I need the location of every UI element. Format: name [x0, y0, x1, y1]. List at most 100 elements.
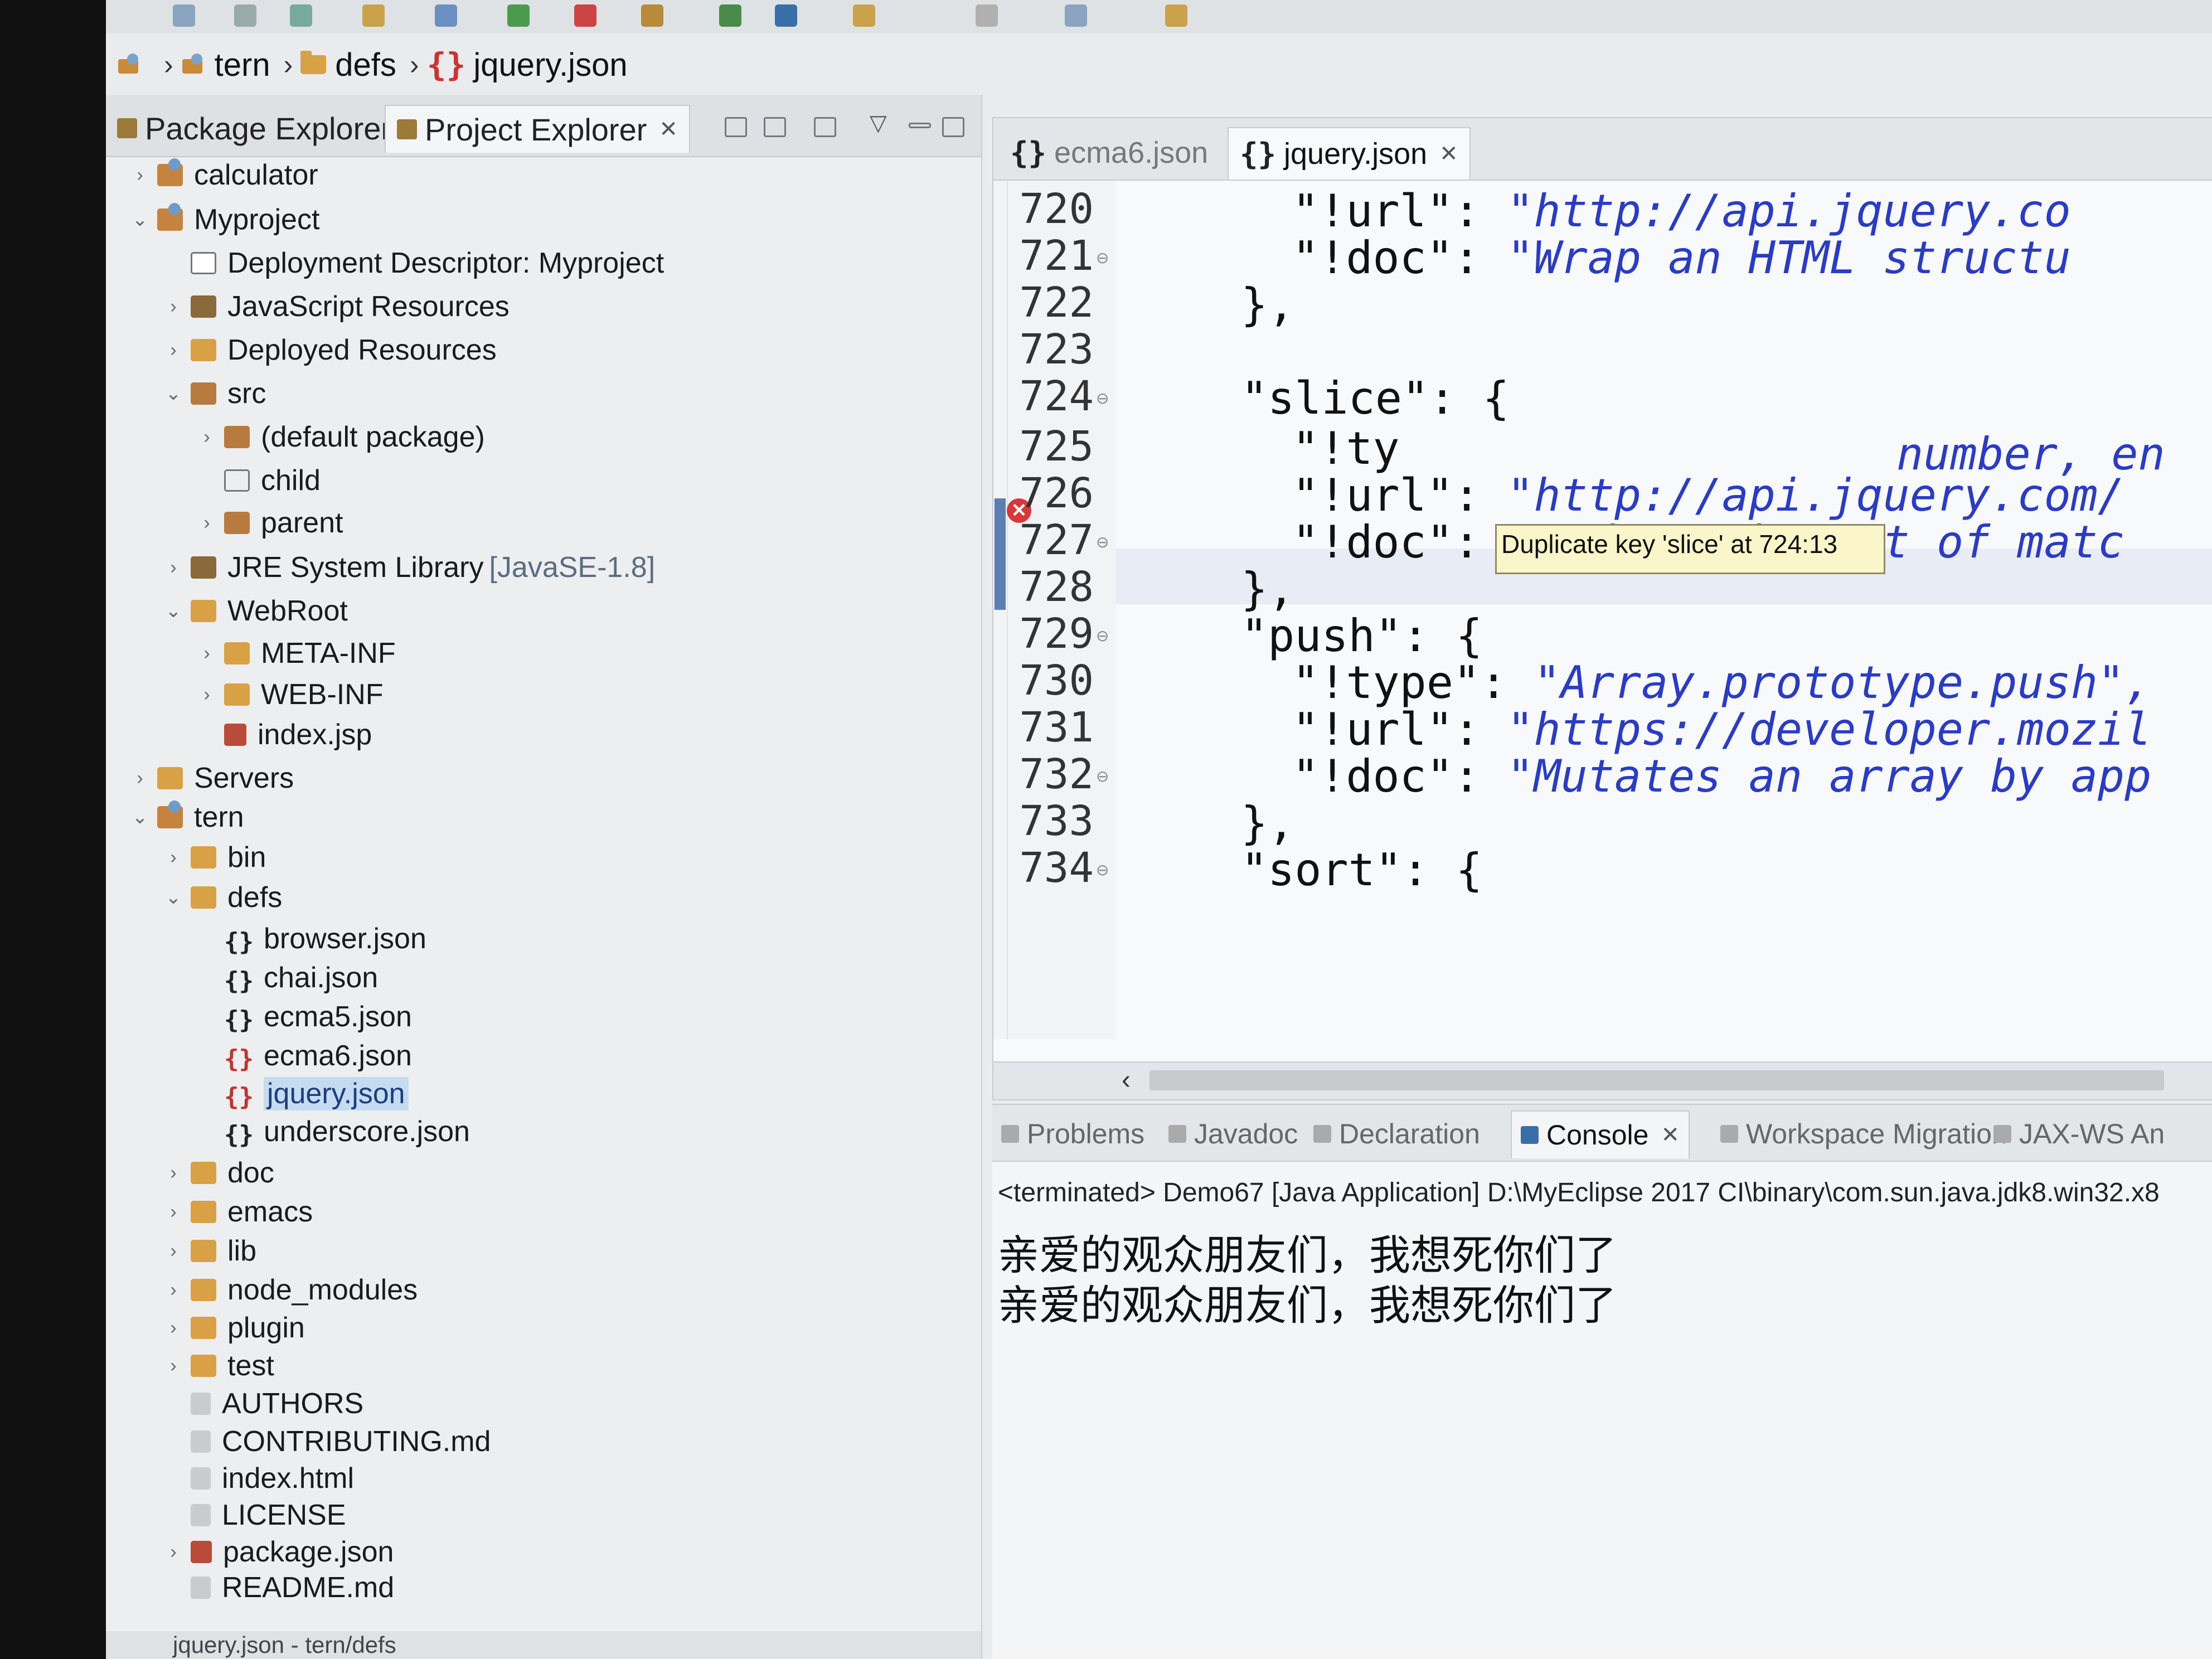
tree-item-node-modules[interactable]: › node_modules [162, 1271, 418, 1309]
toolbar-button-icon[interactable] [290, 4, 312, 27]
tree-item-authors[interactable]: AUTHORS [162, 1385, 363, 1423]
tree-item-deployed-resources[interactable]: › Deployed Resources [162, 331, 496, 369]
tree-item-webroot[interactable]: ⌄ WebRoot [162, 592, 348, 630]
tree-item-emacs[interactable]: › emacs [162, 1193, 313, 1231]
tab-javadoc[interactable]: Javadoc [1160, 1110, 1307, 1157]
tree-item-lib[interactable]: › lib [162, 1232, 256, 1270]
tree-item-underscore-json[interactable]: {} underscore.json [195, 1113, 470, 1151]
code-line[interactable]: }, [1241, 563, 1294, 615]
toolbar-button-icon[interactable] [574, 4, 596, 27]
expand-arrow-icon[interactable]: › [162, 1279, 185, 1301]
tree-item-meta-inf[interactable]: › META-INF [195, 634, 395, 672]
expand-arrow-icon[interactable]: › [162, 557, 185, 579]
expand-arrow-icon[interactable]: › [162, 1317, 185, 1339]
fold-toggle-icon[interactable]: ⊖ [1096, 533, 1109, 551]
toolbar-button-icon[interactable] [641, 4, 663, 27]
tree-item-deployment-descriptor-myproject[interactable]: Deployment Descriptor: Myproject [162, 244, 664, 282]
tree-item-index-html[interactable]: index.html [162, 1459, 354, 1497]
tree-item-chai-json[interactable]: {} chai.json [195, 959, 378, 997]
tree-item-index-jsp[interactable]: index.jsp [195, 716, 372, 754]
tree-item-doc[interactable]: › doc [162, 1154, 274, 1192]
tree-item-tern[interactable]: ⌄ tern [128, 798, 244, 836]
code-line[interactable]: "!url": "http://api.jquery.co [1292, 185, 2071, 237]
toolbar-button-icon[interactable] [853, 4, 875, 27]
expand-arrow-icon[interactable]: › [195, 684, 219, 706]
fold-toggle-icon[interactable]: ⊖ [1096, 767, 1109, 785]
close-icon[interactable]: ✕ [1661, 1122, 1680, 1148]
code-text-area[interactable]: "!url": "http://api.jquery.co "!doc": "Wr… [1116, 181, 2212, 1039]
breadcrumb-file[interactable]: {} jquery.json [427, 46, 628, 84]
code-line[interactable]: "!doc": "Mutates an array by app [1292, 750, 2151, 802]
tree-item-src[interactable]: ⌄ src [162, 375, 266, 413]
expand-arrow-icon[interactable]: › [195, 426, 219, 448]
collapse-arrow-icon[interactable]: ⌄ [128, 806, 152, 828]
code-line[interactable]: "!url": "http://api.jquery.com/ [1292, 469, 2124, 521]
tree-item-jquery-json[interactable]: {} jquery.json [195, 1075, 409, 1113]
code-line[interactable]: "slice": { [1241, 372, 1510, 424]
fold-toggle-icon[interactable]: ⊖ [1096, 389, 1109, 408]
code-line[interactable]: "sort": { [1241, 844, 1482, 896]
filters-icon[interactable] [814, 117, 836, 137]
tree-item-calculator[interactable]: › calculator [128, 156, 318, 194]
maximize-icon[interactable] [942, 117, 964, 137]
expand-arrow-icon[interactable]: › [195, 512, 219, 534]
tree-item-browser-json[interactable]: {} browser.json [195, 920, 426, 958]
code-line[interactable]: "!url": "https://developer.mozil [1292, 704, 2151, 755]
scroll-left-icon[interactable]: ‹ [1122, 1065, 1131, 1095]
tab-ecma6-json[interactable]: {} ecma6.json [999, 127, 1219, 178]
tree-item-myproject[interactable]: ⌄ Myproject [128, 201, 319, 239]
code-line[interactable]: "!type": "Array.prototype.push", [1292, 657, 2151, 709]
expand-arrow-icon[interactable]: › [128, 164, 152, 186]
tab-jax-ws[interactable]: JAX-WS An [1985, 1110, 2174, 1157]
expand-arrow-icon[interactable]: › [162, 296, 185, 318]
toolbar-button-icon[interactable] [507, 4, 530, 27]
expand-arrow-icon[interactable]: › [162, 1201, 185, 1223]
toolbar-button-icon[interactable] [173, 4, 195, 27]
tab-jquery-json[interactable]: {} jquery.json ✕ [1228, 127, 1471, 180]
view-menu-icon[interactable]: ▽ [870, 110, 892, 135]
close-icon[interactable]: ✕ [659, 117, 678, 142]
toolbar-button-icon[interactable] [1165, 4, 1187, 27]
collapse-arrow-icon[interactable]: ⌄ [128, 208, 152, 231]
tree-item-web-inf[interactable]: › WEB-INF [195, 676, 383, 714]
toolbar-button-icon[interactable] [719, 4, 741, 27]
tree-item-license[interactable]: LICENSE [162, 1496, 346, 1534]
code-line[interactable]: }, [1241, 797, 1294, 849]
toolbar-button-icon[interactable] [234, 4, 256, 27]
expand-arrow-icon[interactable]: › [162, 339, 185, 361]
tree-item-defs[interactable]: ⌄ defs [162, 879, 283, 916]
tree-item-plugin[interactable]: › plugin [162, 1309, 304, 1347]
tree-item-bin[interactable]: › bin [162, 838, 266, 876]
scrollbar-thumb[interactable] [1149, 1070, 2164, 1090]
tab-project-explorer[interactable]: Project Explorer ✕ [385, 105, 690, 153]
expand-arrow-icon[interactable]: › [128, 768, 152, 789]
tab-console[interactable]: Console ✕ [1511, 1110, 1690, 1158]
tree-item-servers[interactable]: › Servers [128, 759, 294, 797]
tree-item-child[interactable]: child [195, 462, 321, 499]
fold-toggle-icon[interactable]: ⊖ [1096, 861, 1109, 879]
tab-package-explorer[interactable]: Package Explorer [106, 105, 402, 152]
expand-arrow-icon[interactable]: › [162, 1541, 185, 1563]
breadcrumb-folder[interactable]: defs [300, 46, 396, 84]
toolbar-button-icon[interactable] [435, 4, 457, 27]
tree-item-ecma6-json[interactable]: {} ecma6.json [195, 1037, 412, 1075]
tree-item-package-json[interactable]: › package.json [162, 1533, 394, 1571]
collapse-arrow-icon[interactable]: ⌄ [162, 382, 185, 405]
expand-arrow-icon[interactable]: › [162, 847, 185, 869]
tree-item-javascript-resources[interactable]: › JavaScript Resources [162, 288, 509, 326]
tab-workspace-migration[interactable]: Workspace Migration [1711, 1110, 2016, 1157]
tree-item-test[interactable]: › test [162, 1347, 274, 1385]
collapse-arrow-icon[interactable]: ⌄ [162, 600, 185, 622]
link-with-editor-icon[interactable] [764, 117, 786, 137]
fold-toggle-icon[interactable]: ⊖ [1096, 627, 1109, 645]
fold-toggle-icon[interactable]: ⊖ [1096, 249, 1109, 267]
expand-arrow-icon[interactable]: › [162, 1240, 185, 1262]
toolbar-button-icon[interactable] [775, 4, 797, 27]
toolbar-button-icon[interactable] [362, 4, 385, 27]
collapse-all-icon[interactable] [725, 117, 747, 137]
toolbar-button-icon[interactable] [1065, 4, 1087, 27]
tree-item-default-package[interactable]: › (default package) [195, 418, 484, 456]
breadcrumb-root[interactable] [117, 54, 151, 76]
tab-declaration[interactable]: Declaration [1304, 1110, 1489, 1157]
code-line[interactable]: "!doc": "Wrap an HTML structu [1292, 232, 2071, 284]
